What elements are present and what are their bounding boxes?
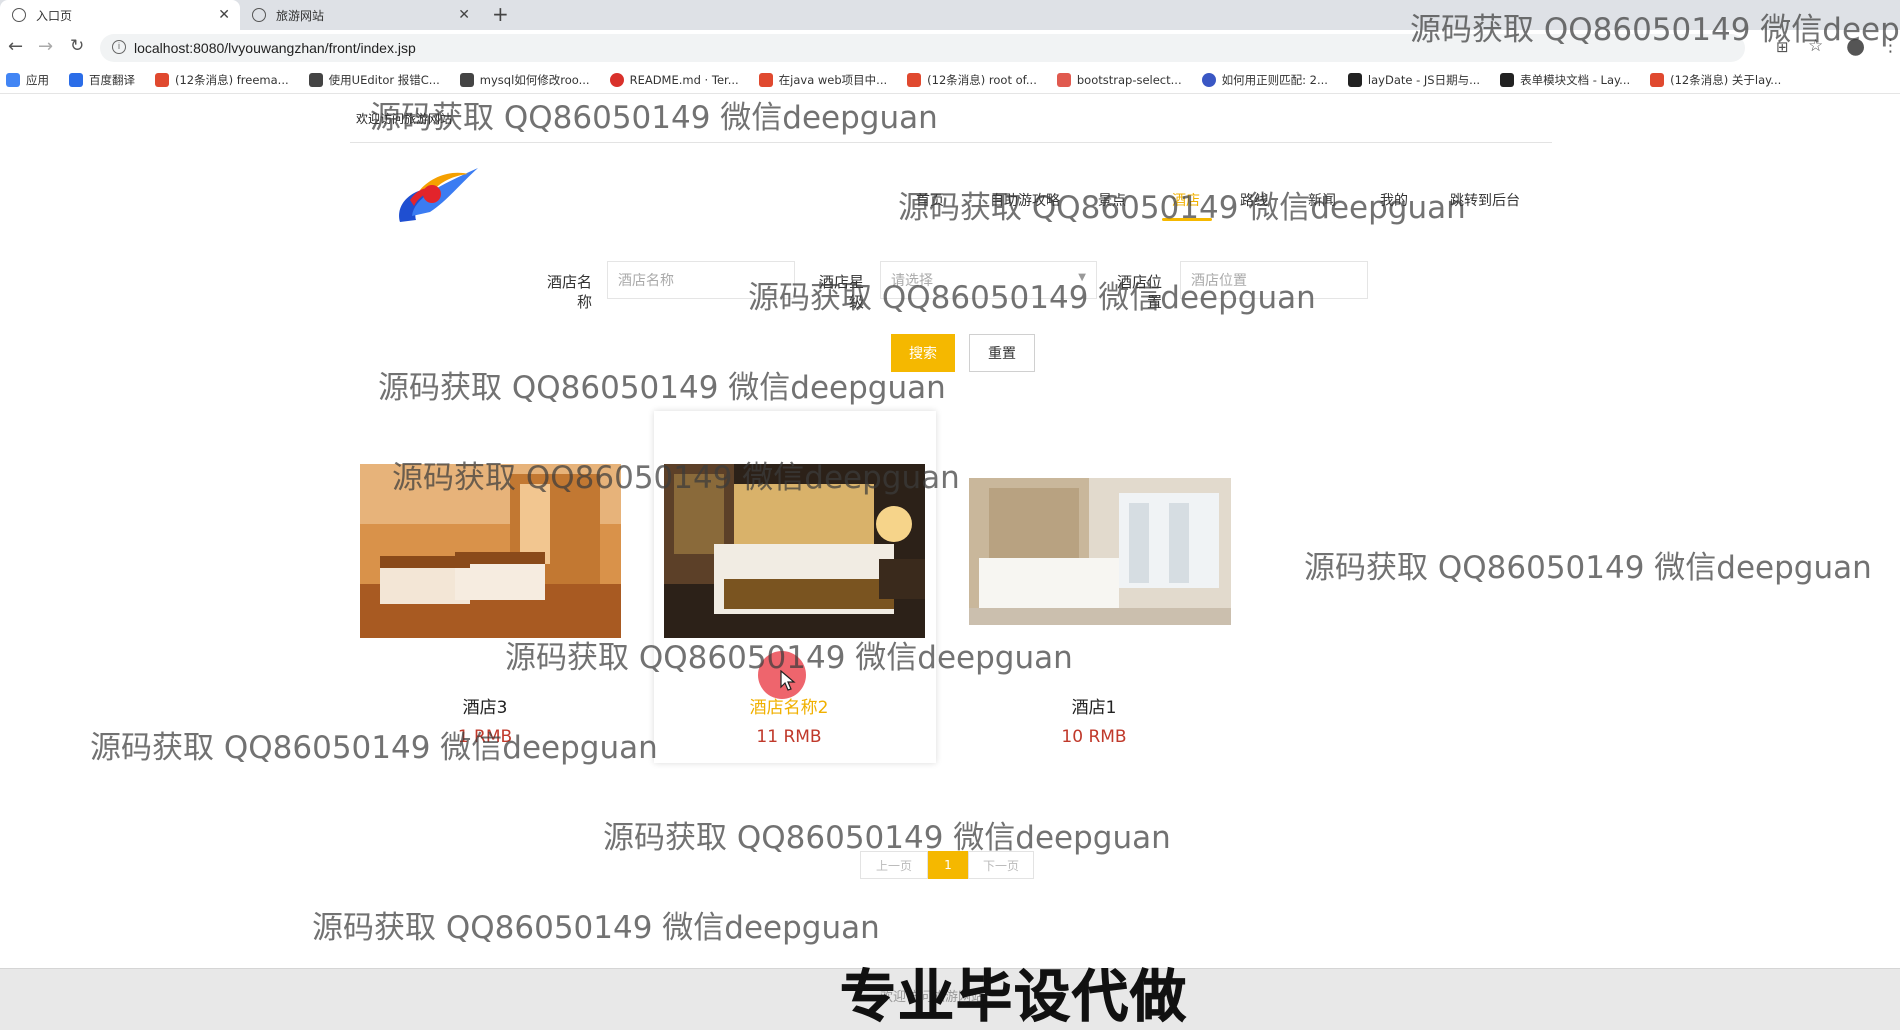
bookmark-label: 使用UEditor 报错C... [328, 72, 440, 87]
bookmark-icon [308, 72, 323, 87]
reset-button[interactable]: 重置 [969, 334, 1035, 372]
bookmark-label: 表单模块文档 - Lay... [1520, 72, 1631, 87]
watermark: 源码获取 QQ86050149 微信deepguan [90, 730, 658, 766]
bookmark-label: layDate - JS日期与... [1367, 72, 1481, 87]
bookmark-icon [758, 72, 773, 87]
url-text: localhost:8080/lvyouwangzhan/front/index… [134, 40, 416, 56]
hotel-price: 11 RMB [756, 727, 822, 747]
bookmark-item[interactable]: 表单模块文档 - Lay... [1500, 72, 1630, 88]
bookmark-item[interactable]: (12条消息) root of... [907, 72, 1037, 88]
browser-tab-1[interactable]: 入口页 ✕ [0, 0, 240, 30]
bookmarks-bar: 应用 百度翻译 (12条消息) freema... 使用UEditor 报错C.… [0, 66, 1900, 94]
watermark: 源码获取 QQ86050149 微信deepguan [748, 280, 1316, 316]
globe-icon [12, 8, 26, 22]
bookmark-item[interactable]: 如何用正则匹配: 2... [1201, 72, 1328, 88]
bookmark-icon [1201, 72, 1216, 87]
bookmark-icon [907, 72, 922, 87]
tab-title: 旅游网站 [276, 8, 325, 23]
bookmark-item[interactable]: (12条消息) freema... [155, 72, 289, 88]
watermark: 源码获取 QQ86050149 微信deepguan [392, 460, 960, 496]
watermark: 源码获取 QQ86050149 微信deepguan [603, 820, 1171, 856]
hotel-name[interactable]: 酒店3 [355, 693, 615, 718]
bookmark-icon [1056, 72, 1071, 87]
bookmark-item[interactable]: layDate - JS日期与... [1347, 72, 1481, 88]
bookmark-label: (12条消息) root of... [927, 72, 1037, 87]
watermark: 源码获取 QQ86050149 微信deepguan [378, 370, 946, 406]
bookmark-label: (12条消息) 关于lay... [1670, 72, 1782, 87]
bookmark-label: 百度翻译 [89, 72, 135, 87]
browser-tab-2[interactable]: 旅游网站 ✕ [240, 0, 480, 30]
watermark: 源码获取 QQ86050149 微信deepguan [1304, 550, 1872, 586]
bookmark-item[interactable]: bootstrap-select... [1056, 72, 1182, 87]
hotel-photo[interactable] [969, 478, 1231, 625]
bookmark-item[interactable]: 应用 [6, 72, 49, 88]
divider [350, 142, 1552, 143]
bookmark-label: 在java web项目中... [778, 72, 888, 87]
bookmark-item[interactable]: 在java web项目中... [758, 72, 888, 88]
watermark: 源码获取 QQ86050149 微信deepguan [898, 190, 1466, 226]
site-logo[interactable] [390, 160, 486, 232]
bookmark-label: 如何用正则匹配: 2... [1221, 72, 1328, 87]
bookmark-item[interactable]: (12条消息) 关于lay... [1650, 72, 1781, 88]
bookmark-icon [155, 72, 169, 87]
bookmark-item[interactable]: 使用UEditor 报错C... [308, 72, 440, 88]
bookmark-icon [1650, 72, 1665, 87]
watermark: 源码获取 QQ86050149 微信deepguan [312, 910, 880, 946]
bookmark-label: (12条消息) freema... [175, 72, 289, 87]
bookmark-icon [69, 72, 83, 87]
close-tab-icon[interactable]: ✕ [458, 7, 470, 23]
bookmark-label: 应用 [26, 72, 49, 87]
bookmark-item[interactable]: README.md · Ter... [609, 72, 739, 87]
bookmark-item[interactable]: mysql如何修改roo... [459, 72, 590, 88]
hotel-name-label: 酒店名称 [546, 273, 592, 311]
close-tab-icon[interactable]: ✕ [218, 7, 230, 23]
bookmark-label: bootstrap-select... [1076, 72, 1182, 87]
info-icon[interactable]: i [112, 40, 126, 54]
watermark: 源码获取 QQ86050149 微信deepguan [505, 640, 1073, 676]
promo-banner: 专业毕设代做 [840, 965, 1188, 1031]
apps-icon [6, 72, 20, 87]
forward-icon[interactable]: → [38, 36, 53, 57]
bookmark-icon [459, 72, 474, 87]
new-tab-icon[interactable]: + [492, 2, 509, 26]
hotel-price: 10 RMB [1061, 727, 1127, 747]
hotel-name[interactable]: 酒店1 [964, 693, 1224, 718]
tab-title: 入口页 [36, 8, 73, 23]
bookmark-icon [1500, 72, 1515, 87]
back-icon[interactable]: ← [8, 36, 23, 57]
bookmark-icon [609, 72, 624, 87]
bookmark-item[interactable]: 百度翻译 [69, 72, 135, 88]
bookmark-label: mysql如何修改roo... [479, 72, 590, 87]
bookmark-label: README.md · Ter... [629, 72, 739, 87]
bookmark-icon [1347, 72, 1362, 87]
watermark: 源码获取 QQ86050149 微信deepguan [1410, 12, 1900, 48]
reload-icon[interactable]: ↻ [70, 36, 84, 56]
watermark: 源码获取 QQ86050149 微信deepguan [370, 100, 938, 136]
site-icon [252, 8, 266, 22]
